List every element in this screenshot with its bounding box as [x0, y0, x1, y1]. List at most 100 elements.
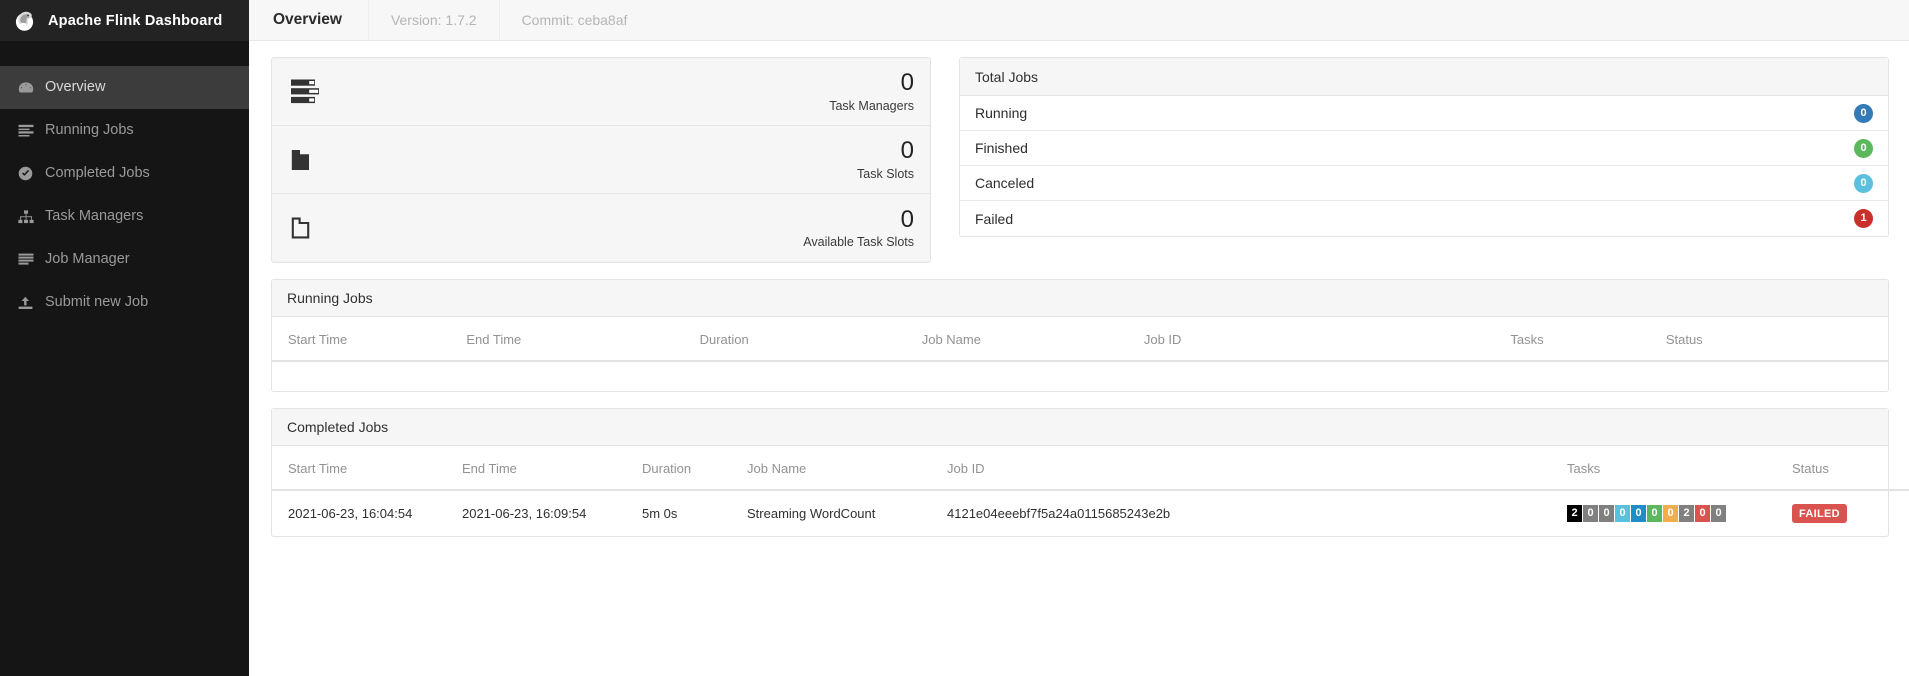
table-row[interactable]: 2021-06-23, 16:04:54 2021-06-23, 16:09:5… — [272, 490, 1909, 536]
sidebar-item-submit-new-job[interactable]: Submit new Job — [0, 281, 249, 324]
cell-duration: 5m 0s — [642, 506, 678, 521]
brand-header[interactable]: Apache Flink Dashboard — [0, 0, 249, 41]
column-header-tasks[interactable]: Tasks — [1510, 317, 1666, 362]
cluster-stats-column: 0 Task Managers 0 Task Slots 0 Available… — [271, 57, 931, 263]
cell-end-time: 2021-06-23, 16:09:54 — [462, 506, 587, 521]
total-jobs-label: Failed — [975, 210, 1014, 227]
running-jobs-title: Running Jobs — [272, 280, 1888, 317]
content-area: 0 Task Managers 0 Task Slots 0 Available… — [249, 41, 1909, 537]
stat-task-slots-values: 0 Task Slots — [857, 137, 914, 181]
sitemap-icon — [17, 209, 34, 224]
status-badge: FAILED — [1792, 504, 1847, 523]
task-count-cell: 2 — [1567, 505, 1582, 522]
status-badge: 1 — [1854, 209, 1873, 228]
task-count-cell: 0 — [1647, 505, 1662, 522]
task-count-cell: 2 — [1679, 505, 1694, 522]
total-jobs-row-failed: Failed 1 — [960, 201, 1888, 236]
task-count-cell: 0 — [1695, 505, 1710, 522]
app-root: Apache Flink Dashboard Overview Running … — [0, 0, 1909, 676]
folder-outline-icon — [291, 209, 333, 247]
sidebar-item-label: Overview — [45, 79, 106, 96]
cluster-stats-panel: 0 Task Managers 0 Task Slots 0 Available… — [271, 57, 931, 263]
completed-jobs-title: Completed Jobs — [272, 409, 1888, 446]
stat-label: Available Task Slots — [803, 235, 914, 250]
sidebar-item-label: Task Managers — [45, 208, 144, 225]
stat-task-managers: 0 Task Managers — [272, 58, 930, 126]
column-header-end-time[interactable]: End Time — [462, 446, 642, 491]
stat-label: Task Managers — [829, 98, 914, 113]
server-icon — [17, 252, 34, 267]
total-jobs-row-canceled: Canceled 0 — [960, 166, 1888, 201]
completed-jobs-panel: Completed Jobs Start Time End Time Durat… — [271, 408, 1909, 537]
column-header-start-time[interactable]: Start Time — [272, 446, 462, 491]
column-header-job-name[interactable]: Job Name — [921, 317, 1144, 362]
empty-cell — [272, 361, 1888, 391]
total-jobs-row-finished: Finished 0 — [960, 131, 1888, 166]
stat-available-task-slots-values: 0 Available Task Slots — [803, 205, 914, 250]
running-jobs-panel: Running Jobs Start Time End Time Duratio… — [271, 279, 1889, 392]
sidebar-item-job-manager[interactable]: Job Manager — [0, 238, 249, 281]
upload-icon — [17, 295, 34, 310]
task-status-strip: 2000000200 — [1567, 505, 1792, 522]
sidebar-item-completed-jobs[interactable]: Completed Jobs — [0, 152, 249, 195]
version-label: Version: 1.7.2 — [390, 12, 477, 28]
status-badge: 0 — [1854, 103, 1873, 123]
top-tab-bar: Overview Version: 1.7.2 Commit: ceba8af — [249, 0, 1909, 41]
cell-tasks: 2000000200 — [1567, 490, 1792, 536]
brand-title: Apache Flink Dashboard — [48, 12, 223, 29]
sidebar-item-overview[interactable]: Overview — [0, 66, 249, 109]
sidebar-nav: Overview Running Jobs Completed Jobs Tas… — [0, 41, 249, 324]
empty-row — [272, 361, 1888, 391]
sidebar-item-label: Job Manager — [45, 251, 130, 268]
total-jobs-panel: Total Jobs Running 0 Finished 0 Canceled… — [959, 57, 1889, 237]
sidebar-item-label: Running Jobs — [45, 122, 134, 139]
running-jobs-body — [272, 361, 1888, 391]
sidebar-item-running-jobs[interactable]: Running Jobs — [0, 109, 249, 152]
total-jobs-label: Running — [975, 105, 1028, 121]
stat-task-managers-values: 0 Task Managers — [829, 69, 914, 113]
sidebar: Apache Flink Dashboard Overview Running … — [0, 0, 249, 676]
version-info: Version: 1.7.2 — [369, 0, 500, 40]
folder-filled-icon — [291, 141, 333, 179]
stat-label: Task Slots — [857, 166, 914, 181]
sidebar-item-label: Submit new Job — [45, 294, 149, 311]
running-jobs-table: Start Time End Time Duration Job Name Jo… — [272, 317, 1888, 391]
overview-top-row: 0 Task Managers 0 Task Slots 0 Available… — [271, 57, 1889, 263]
task-count-cell: 0 — [1615, 505, 1630, 522]
total-jobs-label: Finished — [975, 140, 1028, 156]
column-header-end-time[interactable]: End Time — [466, 317, 700, 362]
column-header-start-time[interactable]: Start Time — [272, 317, 467, 362]
status-badge: 0 — [1854, 138, 1873, 158]
column-header-job-id[interactable]: Job ID — [947, 446, 1567, 491]
check-circle-icon — [17, 166, 34, 181]
stat-value: 0 — [900, 137, 914, 165]
commit-label: Commit: ceba8af — [521, 12, 628, 28]
stat-available-task-slots: 0 Available Task Slots — [272, 194, 930, 262]
task-count-cell: 0 — [1631, 505, 1646, 522]
dashboard-icon — [17, 80, 34, 95]
column-header-job-id[interactable]: Job ID — [1143, 317, 1511, 362]
column-header-status[interactable]: Status — [1792, 446, 1909, 491]
cell-start-time: 2021-06-23, 16:04:54 — [288, 506, 413, 521]
table-header-row: Start Time End Time Duration Job Name Jo… — [272, 446, 1909, 491]
main-area: Overview Version: 1.7.2 Commit: ceba8af — [249, 0, 1909, 676]
column-header-duration[interactable]: Duration — [642, 446, 747, 491]
task-count-cell: 0 — [1663, 505, 1678, 522]
table-header-row: Start Time End Time Duration Job Name Jo… — [272, 317, 1888, 362]
column-header-job-name[interactable]: Job Name — [747, 446, 947, 491]
stat-value: 0 — [900, 69, 914, 97]
column-header-duration[interactable]: Duration — [699, 317, 922, 362]
sidebar-item-task-managers[interactable]: Task Managers — [0, 195, 249, 238]
stat-value: 0 — [900, 205, 914, 233]
column-header-status[interactable]: Status — [1665, 317, 1888, 362]
server-rack-icon — [291, 73, 333, 111]
tab-overview[interactable]: Overview — [249, 0, 369, 40]
status-badge: 0 — [1854, 173, 1873, 193]
commit-info: Commit: ceba8af — [500, 0, 650, 40]
cell-job-name[interactable]: Streaming WordCount — [747, 490, 947, 536]
tab-overview-label: Overview — [273, 11, 342, 28]
column-header-tasks[interactable]: Tasks — [1567, 446, 1792, 491]
total-jobs-label: Canceled — [975, 175, 1035, 191]
total-jobs-row-running: Running 0 — [960, 96, 1888, 131]
flink-squirrel-logo-icon — [12, 8, 38, 34]
